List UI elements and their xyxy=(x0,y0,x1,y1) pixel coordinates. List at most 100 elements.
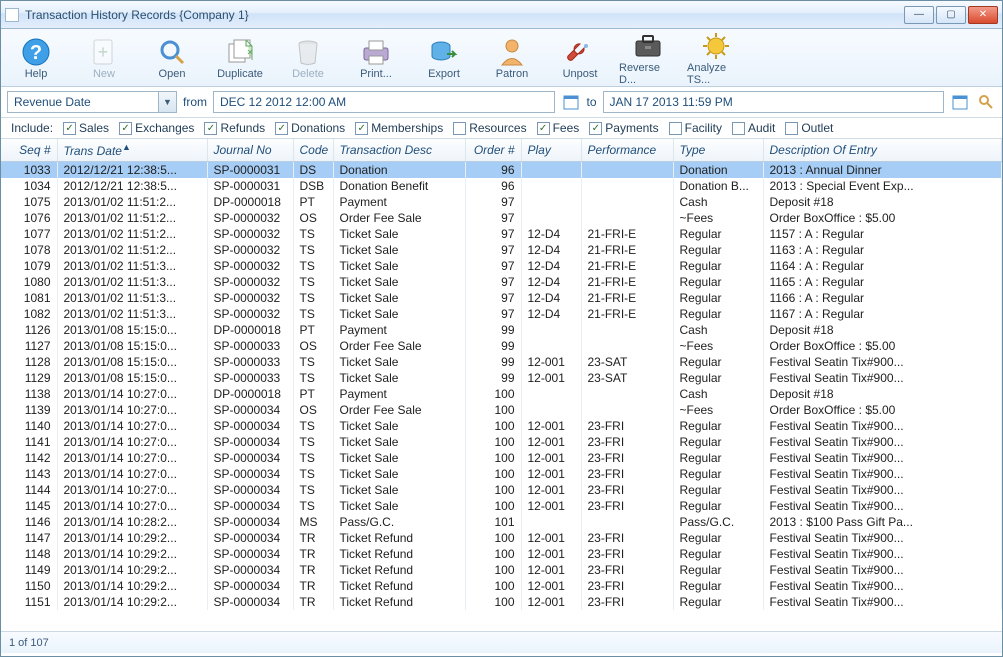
table-row[interactable]: 11262013/01/08 15:15:0...DP-0000018PTPay… xyxy=(1,322,1002,338)
cell-code: OS xyxy=(293,402,333,418)
cell-seq: 1144 xyxy=(1,482,57,498)
cell-entry: 1164 : A : Regular xyxy=(763,258,1002,274)
cell-order: 97 xyxy=(465,306,521,322)
col-perf[interactable]: Performance xyxy=(581,139,673,162)
cell-play: 12-001 xyxy=(521,578,581,594)
cell-desc: Ticket Sale xyxy=(333,370,465,386)
table-row[interactable]: 11502013/01/14 10:29:2...SP-0000034TRTic… xyxy=(1,578,1002,594)
table-row[interactable]: 11282013/01/08 15:15:0...SP-0000033TSTic… xyxy=(1,354,1002,370)
table-row[interactable]: 11512013/01/14 10:29:2...SP-0000034TRTic… xyxy=(1,594,1002,610)
table-row[interactable]: 11402013/01/14 10:27:0...SP-0000034TSTic… xyxy=(1,418,1002,434)
filter-field-combo[interactable]: Revenue Date ▼ xyxy=(7,91,177,113)
col-journal[interactable]: Journal No xyxy=(207,139,293,162)
table-row[interactable]: 10792013/01/02 11:51:3...SP-0000032TSTic… xyxy=(1,258,1002,274)
cell-date: 2012/12/21 12:38:5... xyxy=(57,162,207,179)
cell-journal: SP-0000034 xyxy=(207,498,293,514)
cell-entry: 1163 : A : Regular xyxy=(763,242,1002,258)
table-row[interactable]: 11272013/01/08 15:15:0...SP-0000033OSOrd… xyxy=(1,338,1002,354)
include-resources-checkbox[interactable]: Resources xyxy=(453,121,526,135)
table-row[interactable]: 10332012/12/21 12:38:5...SP-0000031DSDon… xyxy=(1,162,1002,179)
include-facility-checkbox[interactable]: Facility xyxy=(669,121,722,135)
cell-code: DSB xyxy=(293,178,333,194)
calendar-from-icon[interactable] xyxy=(561,92,581,112)
cell-journal: SP-0000034 xyxy=(207,450,293,466)
col-entry[interactable]: Description Of Entry xyxy=(763,139,1002,162)
reverse-button[interactable]: Reverse D... xyxy=(619,28,677,88)
col-order[interactable]: Order # xyxy=(465,139,521,162)
export-button[interactable]: Export xyxy=(415,34,473,82)
cell-desc: Ticket Sale xyxy=(333,306,465,322)
cell-perf: 23-FRI xyxy=(581,466,673,482)
table-row[interactable]: 11382013/01/14 10:27:0...DP-0000018PTPay… xyxy=(1,386,1002,402)
table-row[interactable]: 10782013/01/02 11:51:2...SP-0000032TSTic… xyxy=(1,242,1002,258)
table-row[interactable]: 11462013/01/14 10:28:2...SP-0000034MSPas… xyxy=(1,514,1002,530)
include-fees-checkbox[interactable]: ✓Fees xyxy=(537,121,580,135)
chevron-down-icon[interactable]: ▼ xyxy=(158,92,176,112)
table-row[interactable]: 10752013/01/02 11:51:2...DP-0000018PTPay… xyxy=(1,194,1002,210)
table-row[interactable]: 11472013/01/14 10:29:2...SP-0000034TRTic… xyxy=(1,530,1002,546)
cell-desc: Ticket Sale xyxy=(333,418,465,434)
person-icon xyxy=(496,36,528,68)
include-donations-checkbox[interactable]: ✓Donations xyxy=(275,121,345,135)
include-audit-checkbox[interactable]: Audit xyxy=(732,121,775,135)
include-payments-checkbox[interactable]: ✓Payments xyxy=(589,121,658,135)
table-row[interactable]: 10802013/01/02 11:51:3...SP-0000032TSTic… xyxy=(1,274,1002,290)
table-row[interactable]: 11422013/01/14 10:27:0...SP-0000034TSTic… xyxy=(1,450,1002,466)
table-row[interactable]: 11432013/01/14 10:27:0...SP-0000034TSTic… xyxy=(1,466,1002,482)
include-refunds-checkbox[interactable]: ✓Refunds xyxy=(204,121,265,135)
col-type[interactable]: Type xyxy=(673,139,763,162)
patron-button[interactable]: Patron xyxy=(483,34,541,82)
print-button[interactable]: Print... xyxy=(347,34,405,82)
table-row[interactable]: 11492013/01/14 10:29:2...SP-0000034TRTic… xyxy=(1,562,1002,578)
titlebar[interactable]: Transaction History Records {Company 1} … xyxy=(1,1,1002,29)
cell-entry: Festival Seatin Tix#900... xyxy=(763,530,1002,546)
svg-text:+: + xyxy=(98,42,109,62)
table-row[interactable]: 11292013/01/08 15:15:0...SP-0000033TSTic… xyxy=(1,370,1002,386)
include-sales-checkbox[interactable]: ✓Sales xyxy=(63,121,109,135)
include-memberships-checkbox[interactable]: ✓Memberships xyxy=(355,121,443,135)
cell-perf: 21-FRI-E xyxy=(581,290,673,306)
cell-seq: 1142 xyxy=(1,450,57,466)
cell-desc: Pass/G.C. xyxy=(333,514,465,530)
table-row[interactable]: 11392013/01/14 10:27:0...SP-0000034OSOrd… xyxy=(1,402,1002,418)
cell-type: Regular xyxy=(673,290,763,306)
table-row[interactable]: 11482013/01/14 10:29:2...SP-0000034TRTic… xyxy=(1,546,1002,562)
unpost-button[interactable]: Unpost xyxy=(551,34,609,82)
include-outlet-checkbox[interactable]: Outlet xyxy=(785,121,833,135)
analyze-button[interactable]: Analyze TS... xyxy=(687,28,745,88)
cell-date: 2013/01/02 11:51:3... xyxy=(57,290,207,306)
table-row[interactable]: 10342012/12/21 12:38:5...SP-0000031DSBDo… xyxy=(1,178,1002,194)
from-date-input[interactable]: DEC 12 2012 12:00 AM xyxy=(213,91,555,113)
close-button[interactable]: ✕ xyxy=(968,6,998,24)
cell-date: 2013/01/02 11:51:2... xyxy=(57,194,207,210)
table-row[interactable]: 10822013/01/02 11:51:3...SP-0000032TSTic… xyxy=(1,306,1002,322)
cell-desc: Ticket Sale xyxy=(333,354,465,370)
col-seq[interactable]: Seq # xyxy=(1,139,57,162)
table-row[interactable]: 11452013/01/14 10:27:0...SP-0000034TSTic… xyxy=(1,498,1002,514)
table-row[interactable]: 11442013/01/14 10:27:0...SP-0000034TSTic… xyxy=(1,482,1002,498)
maximize-button[interactable]: ▢ xyxy=(936,6,966,24)
cell-order: 100 xyxy=(465,386,521,402)
calendar-to-icon[interactable] xyxy=(950,92,970,112)
include-exchanges-checkbox[interactable]: ✓Exchanges xyxy=(119,121,194,135)
cell-type: Regular xyxy=(673,450,763,466)
col-trans-date[interactable]: Trans Date▲ xyxy=(57,139,207,162)
col-code[interactable]: Code xyxy=(293,139,333,162)
open-button[interactable]: Open xyxy=(143,34,201,82)
table-row[interactable]: 10762013/01/02 11:51:2...SP-0000032OSOrd… xyxy=(1,210,1002,226)
grid-scroll[interactable]: Seq # Trans Date▲ Journal No Code Transa… xyxy=(1,139,1002,631)
table-row[interactable]: 10812013/01/02 11:51:3...SP-0000032TSTic… xyxy=(1,290,1002,306)
duplicate-button[interactable]: Duplicate xyxy=(211,34,269,82)
cell-order: 96 xyxy=(465,178,521,194)
table-row[interactable]: 10772013/01/02 11:51:2...SP-0000032TSTic… xyxy=(1,226,1002,242)
col-desc[interactable]: Transaction Desc xyxy=(333,139,465,162)
search-icon[interactable] xyxy=(976,92,996,112)
cell-date: 2013/01/08 15:15:0... xyxy=(57,354,207,370)
minimize-button[interactable]: — xyxy=(904,6,934,24)
cell-date: 2013/01/14 10:29:2... xyxy=(57,530,207,546)
cell-code: OS xyxy=(293,210,333,226)
table-row[interactable]: 11412013/01/14 10:27:0...SP-0000034TSTic… xyxy=(1,434,1002,450)
to-date-input[interactable]: JAN 17 2013 11:59 PM xyxy=(603,91,945,113)
help-button[interactable]: ? Help xyxy=(7,34,65,82)
col-play[interactable]: Play xyxy=(521,139,581,162)
